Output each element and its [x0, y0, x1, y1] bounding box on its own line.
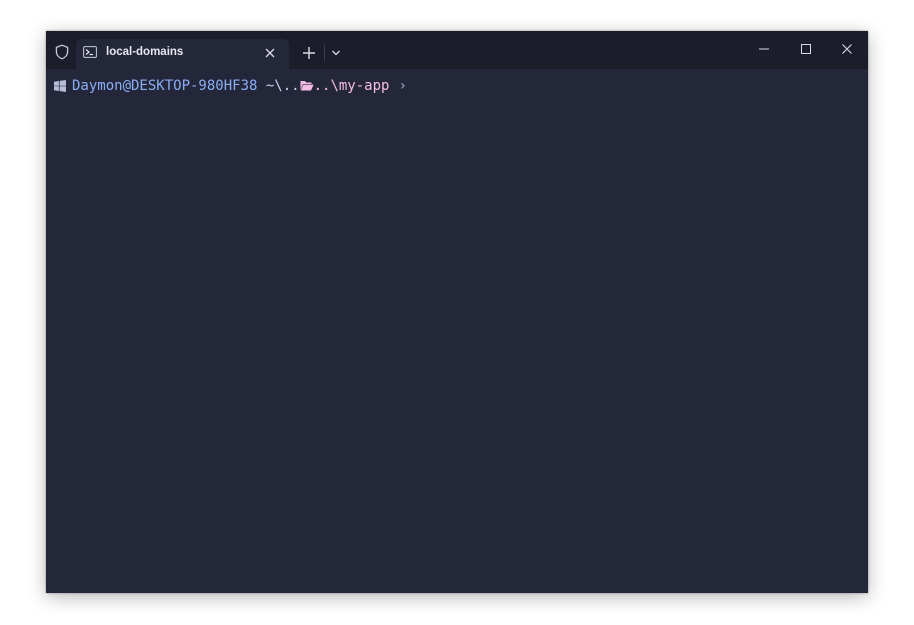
close-icon[interactable]: [841, 43, 853, 55]
prompt-symbol: ›: [398, 78, 407, 94]
minimize-icon[interactable]: [758, 43, 770, 55]
shell-prompt: Daymon@DESKTOP-980HF38 ~\.. ..\my-app ›: [54, 77, 407, 95]
tab-divider: [324, 45, 325, 61]
windows-icon: [54, 80, 66, 92]
tab-title: local-domains: [106, 46, 184, 58]
tab-local-domains[interactable]: local-domains: [76, 39, 289, 69]
path-prefix: ~\..: [265, 78, 300, 94]
close-tab-icon[interactable]: [264, 47, 276, 59]
maximize-icon[interactable]: [800, 43, 812, 55]
chevron-down-icon[interactable]: [331, 49, 341, 57]
path-suffix: ..\my-app: [313, 78, 390, 94]
terminal-output[interactable]: Daymon@DESKTOP-980HF38 ~\.. ..\my-app ›: [46, 69, 868, 593]
terminal-window: local-domains Daymon@DESKTOP-980HF38 ~\.…: [46, 31, 868, 593]
powershell-icon: [83, 46, 97, 58]
folder-open-icon: [300, 80, 314, 90]
shield-icon[interactable]: [54, 44, 70, 60]
user-host: Daymon@DESKTOP-980HF38: [72, 78, 258, 94]
plus-icon[interactable]: [302, 46, 316, 60]
title-bar[interactable]: local-domains: [46, 31, 868, 69]
